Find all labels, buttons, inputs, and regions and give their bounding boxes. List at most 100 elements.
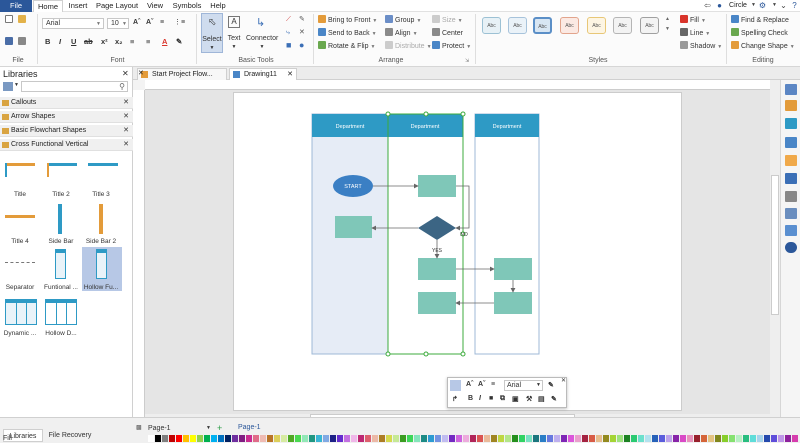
color-swatch[interactable] (505, 435, 511, 442)
italic-icon[interactable]: I (479, 395, 481, 402)
color-swatch[interactable] (582, 435, 588, 442)
library-section-basic-flowchart[interactable]: Basic Flowchart Shapes ✕ (0, 125, 133, 137)
center-button[interactable]: Center (432, 28, 463, 39)
color-swatch[interactable] (519, 435, 525, 442)
color-swatch[interactable] (624, 435, 630, 442)
color-swatch[interactable] (330, 435, 336, 442)
color-swatch[interactable] (533, 435, 539, 442)
bullets-icon[interactable]: ≡ (130, 37, 134, 46)
color-swatch[interactable] (638, 435, 644, 442)
numbering-icon[interactable]: ≡ (146, 37, 150, 46)
dialog-launcher-icon[interactable]: ⇲ (465, 56, 469, 67)
color-swatch[interactable] (358, 435, 364, 442)
color-swatch[interactable] (771, 435, 777, 442)
menu-file[interactable]: File (0, 0, 32, 12)
color-swatch[interactable] (155, 435, 161, 442)
font-color-icon[interactable]: A (162, 37, 167, 46)
color-swatch[interactable] (666, 435, 672, 442)
color-swatch[interactable] (715, 435, 721, 442)
find-replace-button[interactable]: Find & Replace (731, 15, 789, 26)
align-button[interactable]: Align ▼ (385, 28, 418, 39)
color-swatch[interactable] (428, 435, 434, 442)
shape-side-bar-2[interactable] (99, 204, 103, 234)
color-swatch[interactable] (344, 435, 350, 442)
color-swatch[interactable] (491, 435, 497, 442)
floatbar-font-select[interactable]: Arial ▼ (504, 380, 543, 391)
shape-tool-icon[interactable]: ■ (286, 40, 291, 51)
color-swatch[interactable] (281, 435, 287, 442)
color-swatch[interactable] (764, 435, 770, 442)
underline-icon[interactable]: U (71, 37, 76, 46)
color-swatch[interactable] (386, 435, 392, 442)
color-swatch[interactable] (645, 435, 651, 442)
style-swatch-1[interactable]: Abc (482, 17, 501, 34)
bold-icon[interactable]: B (45, 37, 50, 46)
shape-dynamic[interactable] (5, 299, 37, 325)
color-swatch[interactable] (785, 435, 791, 442)
style-swatch-2[interactable]: Abc (508, 17, 527, 34)
list-icon[interactable]: ⋮≡ (174, 17, 185, 28)
color-swatch[interactable] (526, 435, 532, 442)
shrink-font-icon[interactable]: Aˇ (146, 17, 153, 28)
user-name[interactable]: Circle (727, 0, 749, 12)
text-tool-button[interactable]: A Text ▼ (225, 13, 243, 53)
help-icon[interactable]: ? (790, 1, 799, 10)
connector-icon[interactable]: ↱ (452, 395, 458, 403)
color-swatch[interactable] (218, 435, 224, 442)
color-swatch[interactable] (568, 435, 574, 442)
color-swatch[interactable] (239, 435, 245, 442)
image-panel-icon[interactable] (785, 137, 797, 148)
color-swatch[interactable] (232, 435, 238, 442)
bold-icon[interactable]: B (468, 395, 473, 402)
tab-file-recovery[interactable]: File Recovery (44, 429, 96, 442)
properties-panel-icon[interactable] (785, 191, 797, 202)
line-tool-icon[interactable]: ⟋ (286, 14, 291, 25)
shrink-font-icon[interactable]: Aˇ (478, 381, 485, 388)
color-swatch[interactable] (421, 435, 427, 442)
color-swatch[interactable] (288, 435, 294, 442)
align-icon[interactable]: ≡ (160, 17, 164, 28)
color-swatch[interactable] (659, 435, 665, 442)
select-tool-button[interactable]: ⬁ Select ▼ (201, 13, 223, 53)
connector-tool-button[interactable]: ↳ Connector ▼ (246, 13, 278, 53)
shape-side-bar[interactable] (58, 204, 62, 234)
align-icon[interactable]: ≡ (491, 381, 495, 388)
color-swatch[interactable] (722, 435, 728, 442)
vertical-scrollbar[interactable] (770, 80, 780, 417)
color-swatch[interactable] (316, 435, 322, 442)
color-swatch[interactable] (540, 435, 546, 442)
color-swatch[interactable] (554, 435, 560, 442)
subscript-icon[interactable]: x₂ (115, 37, 123, 46)
color-swatch[interactable] (197, 435, 203, 442)
cross-tool-icon[interactable]: ✕ (299, 27, 305, 38)
page-select[interactable]: Page-1 ▼ (148, 424, 213, 433)
color-swatch[interactable] (414, 435, 420, 442)
shape-title-4[interactable] (5, 215, 35, 221)
library-section-callouts[interactable]: Callouts ✕ (0, 97, 133, 109)
color-swatch[interactable] (183, 435, 189, 442)
style-swatch-7[interactable]: Abc (640, 17, 659, 34)
format-painter-icon[interactable]: ✎ (548, 381, 554, 389)
stop-icon[interactable]: ■ (489, 395, 493, 402)
color-swatch[interactable] (295, 435, 301, 442)
color-swatch[interactable] (477, 435, 483, 442)
color-swatch[interactable] (631, 435, 637, 442)
color-swatch[interactable] (757, 435, 763, 442)
color-swatch[interactable] (596, 435, 602, 442)
chevron-down-icon[interactable]: ▼ (770, 1, 779, 10)
color-swatch[interactable] (701, 435, 707, 442)
color-swatch[interactable] (302, 435, 308, 442)
color-swatch[interactable] (561, 435, 567, 442)
select-icon[interactable] (450, 380, 461, 391)
copy-icon[interactable]: ⧉ (500, 395, 505, 403)
color-swatch[interactable] (274, 435, 280, 442)
chevron-down-icon[interactable]: ▼ (749, 1, 758, 10)
font-size-select[interactable]: 10 ▼ (107, 18, 129, 29)
new-icon[interactable] (5, 15, 15, 26)
library-section-arrow-shapes[interactable]: Arrow Shapes ✕ (0, 111, 133, 123)
color-swatch[interactable] (729, 435, 735, 442)
color-swatch[interactable] (400, 435, 406, 442)
protect-button[interactable]: Protect ▼ (432, 41, 471, 52)
color-swatch[interactable] (246, 435, 252, 442)
color-swatch[interactable] (190, 435, 196, 442)
